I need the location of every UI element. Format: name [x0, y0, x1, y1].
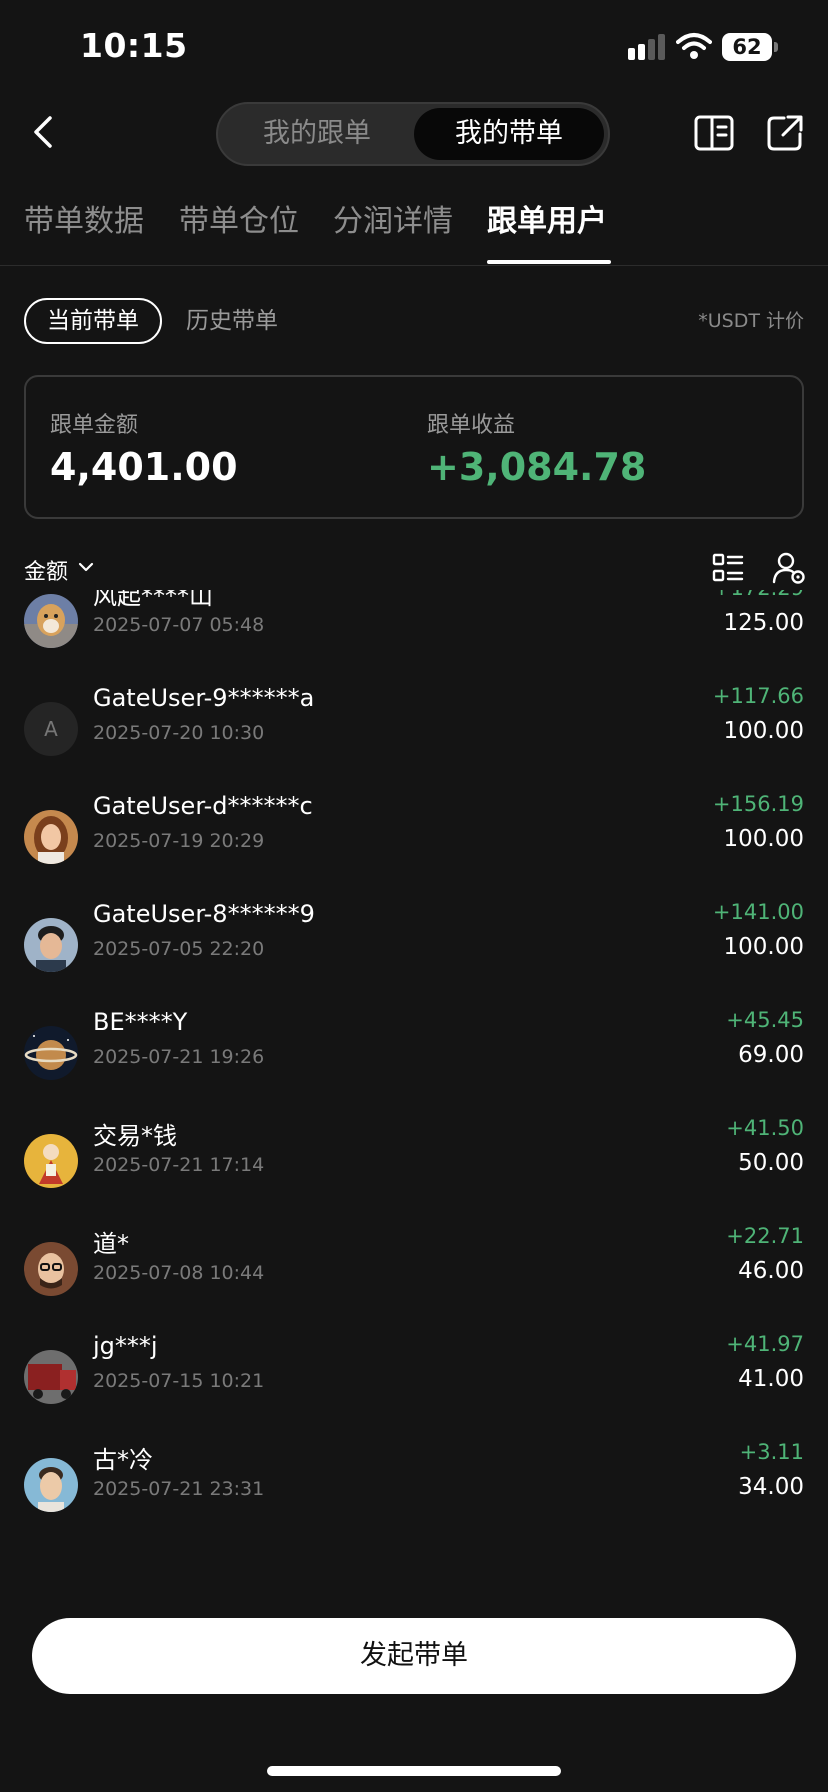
book-icon[interactable]: [694, 114, 734, 152]
unit-note: *USDT 计价: [698, 310, 804, 332]
segment-my-following[interactable]: 我的跟单: [222, 108, 412, 160]
follower-name: 交易*钱: [93, 1122, 177, 1150]
follower-profit: +117.66: [712, 684, 804, 708]
follower-amount: 41.00: [738, 1366, 804, 1392]
follow-amount-value: 4,401.00: [50, 445, 238, 489]
follower-name: GateUser-d******c: [93, 792, 313, 820]
avatar: [24, 594, 78, 648]
follower-name: jg***j: [93, 1332, 158, 1360]
tab-leading-positions[interactable]: 带单仓位: [179, 196, 299, 240]
battery-level: 62: [722, 33, 772, 61]
segment-my-leading[interactable]: 我的带单: [414, 108, 604, 160]
follower-profit: +3.11: [739, 1440, 804, 1464]
avatar: [24, 918, 78, 972]
avatar: [24, 1134, 78, 1188]
follow-time: 2025-07-19 20:29: [93, 830, 265, 852]
follower-name: BE****Y: [93, 1008, 188, 1036]
follower-profit: +172.29: [713, 590, 804, 600]
status-time: 10:15: [80, 26, 188, 65]
wifi-icon: [676, 33, 712, 59]
follower-amount: 46.00: [738, 1258, 804, 1284]
list-item[interactable]: 古*冷 2025-07-21 23:31 +3.11 34.00: [0, 1440, 828, 1540]
follower-list-screen: 10:15 62 我的跟单 我的带单 带单数据 带单仓位 分润详情 跟单用户 当…: [0, 0, 828, 1792]
home-indicator: [267, 1766, 561, 1776]
summary-card: 跟单金额 4,401.00 跟单收益 +3,084.78: [24, 375, 804, 519]
sort-dropdown[interactable]: 金额: [24, 554, 68, 586]
avatar: A: [24, 702, 78, 756]
follower-amount: 100.00: [723, 934, 804, 960]
active-tab-indicator: [487, 260, 611, 264]
follow-time: 2025-07-15 10:21: [93, 1370, 265, 1392]
avatar: [24, 1458, 78, 1512]
share-icon[interactable]: [766, 114, 804, 152]
tab-followers[interactable]: 跟单用户: [487, 196, 607, 240]
tab-bar: 带单数据 带单仓位 分润详情 跟单用户: [0, 196, 828, 266]
follow-time: 2025-07-21 19:26: [93, 1046, 265, 1068]
divider: [0, 265, 828, 266]
follower-amount: 100.00: [723, 718, 804, 744]
list-view-icon[interactable]: [712, 553, 744, 583]
follower-profit: +41.50: [726, 1116, 804, 1140]
follower-amount: 100.00: [723, 826, 804, 852]
tab-profit-share-details[interactable]: 分润详情: [333, 196, 453, 240]
avatar: [24, 1026, 78, 1080]
follower-list: 风起****山 2025-07-07 05:48 +172.29 125.00 …: [0, 590, 828, 1540]
follow-profit-value: +3,084.78: [427, 445, 647, 489]
tab-leading-data[interactable]: 带单数据: [24, 196, 144, 240]
chevron-down-icon[interactable]: [78, 560, 94, 574]
avatar: [24, 1350, 78, 1404]
follow-amount-label: 跟单金额: [50, 413, 139, 438]
follower-name: 古*冷: [93, 1446, 153, 1474]
follower-amount: 34.00: [738, 1474, 804, 1500]
status-bar: 10:15 62: [0, 0, 828, 96]
follow-time: 2025-07-21 17:14: [93, 1154, 265, 1176]
filter-current-leading[interactable]: 当前带单: [24, 298, 162, 344]
follower-profit: +45.45: [726, 1008, 804, 1032]
signal-icon: [628, 34, 665, 60]
follower-profit: +141.00: [712, 900, 804, 924]
avatar: [24, 1242, 78, 1296]
follower-profit: +41.97: [726, 1332, 804, 1356]
start-leading-button[interactable]: 发起带单: [32, 1618, 796, 1694]
battery-icon: 62: [722, 33, 778, 61]
follow-time: 2025-07-20 10:30: [93, 722, 265, 744]
follower-amount: 125.00: [723, 610, 804, 636]
follower-name: 道*: [93, 1230, 129, 1258]
follow-time: 2025-07-08 10:44: [93, 1262, 265, 1284]
role-segmented-control: 我的跟单 我的带单: [216, 102, 610, 166]
follower-profit: +156.19: [712, 792, 804, 816]
follower-amount: 69.00: [738, 1042, 804, 1068]
follower-name: GateUser-9******a: [93, 684, 315, 712]
chevron-left-icon[interactable]: [24, 112, 64, 152]
follower-name: 风起****山: [93, 590, 213, 610]
follow-time: 2025-07-05 22:20: [93, 938, 265, 960]
user-settings-icon[interactable]: [772, 552, 806, 584]
avatar: [24, 810, 78, 864]
follower-name: GateUser-8******9: [93, 900, 315, 928]
follower-amount: 50.00: [738, 1150, 804, 1176]
follower-profit: +22.71: [726, 1224, 804, 1248]
follow-time: 2025-07-21 23:31: [93, 1478, 265, 1500]
follow-time: 2025-07-07 05:48: [93, 614, 265, 636]
follow-profit-label: 跟单收益: [427, 413, 516, 438]
filter-history-leading[interactable]: 历史带单: [186, 298, 278, 344]
